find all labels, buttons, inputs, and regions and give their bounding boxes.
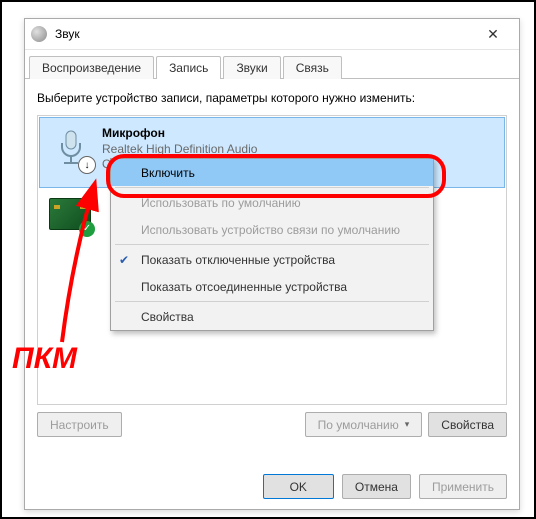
apply-button: Применить: [419, 474, 507, 499]
context-menu: Включить Использовать по умолчанию Испол…: [110, 158, 434, 331]
tab-communications[interactable]: Связь: [283, 56, 342, 79]
cm-set-default: Использовать по умолчанию: [111, 189, 433, 216]
microphone-icon: ↓: [48, 126, 94, 172]
device-name: Микрофон: [102, 126, 257, 142]
instruction-text: Выберите устройство записи, параметры ко…: [37, 91, 507, 105]
tab-playback[interactable]: Воспроизведение: [29, 56, 154, 79]
screenshot-frame: { "window": { "title": "Звук" }, "tabs":…: [0, 0, 536, 519]
annotation-pkm-label: ПКМ: [12, 342, 77, 376]
cm-show-disconnected[interactable]: Показать отсоединенные устройства: [111, 273, 433, 300]
titlebar: Звук ✕: [25, 19, 519, 50]
close-button[interactable]: ✕: [473, 26, 513, 43]
cancel-button[interactable]: Отмена: [342, 474, 411, 499]
cm-enable[interactable]: Включить: [111, 159, 433, 186]
set-default-button: По умолчанию: [305, 412, 423, 437]
cm-separator: [115, 244, 429, 245]
disabled-badge-icon: ↓: [78, 156, 96, 174]
device-description: Realtek High Definition Audio: [102, 142, 257, 158]
cm-set-default-comm: Использовать устройство связи по умолчан…: [111, 216, 433, 243]
tab-recording[interactable]: Запись: [156, 56, 221, 79]
properties-button[interactable]: Свойства: [428, 412, 507, 437]
cm-show-disabled[interactable]: Показать отключенные устройства: [111, 246, 433, 273]
cm-separator: [115, 301, 429, 302]
device-buttons: Настроить По умолчанию Свойства: [37, 412, 507, 437]
tabstrip: Воспроизведение Запись Звуки Связь: [25, 50, 519, 79]
cm-properties[interactable]: Свойства: [111, 303, 433, 330]
cm-separator: [115, 187, 429, 188]
window-title: Звук: [55, 27, 473, 41]
tab-sounds[interactable]: Звуки: [223, 56, 280, 79]
dialog-footer: OK Отмена Применить: [263, 474, 507, 499]
ok-button[interactable]: OK: [263, 474, 334, 499]
configure-button: Настроить: [37, 412, 122, 437]
soundcard-icon: ✓: [47, 189, 93, 235]
sound-cpl-icon: [31, 26, 47, 42]
default-badge-icon: ✓: [79, 221, 95, 237]
